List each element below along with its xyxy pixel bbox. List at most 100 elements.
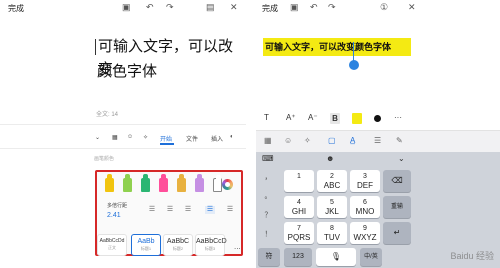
numbers-key[interactable]: 123 — [284, 248, 312, 266]
digit-key[interactable]: 6 MNO — [350, 196, 380, 218]
list-icon[interactable]: ☰ — [374, 136, 381, 145]
format-toolbar: T A⁺ A⁻ B ··· — [256, 112, 500, 126]
key-digit: 9 — [363, 225, 367, 232]
undo-icon[interactable]: ↶ — [310, 2, 318, 13]
punctuation-key[interactable]: ， — [258, 172, 278, 182]
text-format-icon[interactable]: A̲ — [350, 136, 355, 145]
key-digit: 7 — [297, 225, 301, 232]
save-icon[interactable]: ▣ — [290, 2, 299, 13]
selection-handle[interactable] — [349, 60, 359, 70]
close-icon[interactable]: ✕ — [230, 2, 238, 13]
text-style-button[interactable]: T — [264, 113, 269, 122]
key-digit: 8 — [330, 225, 334, 232]
font-increase-button[interactable]: A⁺ — [286, 113, 296, 122]
reinput-key[interactable]: 重输 — [383, 196, 411, 218]
pen-color-swatch[interactable] — [177, 174, 186, 192]
key-digit: 4 — [297, 199, 301, 206]
close-icon[interactable]: ✕ — [408, 2, 416, 13]
align-justify-icon[interactable]: ☰ — [205, 206, 215, 214]
key-digit: 6 — [363, 199, 367, 206]
digit-key[interactable]: 8 TUV — [317, 222, 347, 244]
save-icon[interactable]: ▣ — [122, 2, 131, 13]
document-line-2[interactable]: 颜色字体 — [97, 60, 157, 83]
key-letters: DEF — [357, 181, 373, 190]
font-color-button[interactable] — [374, 115, 381, 122]
more-tabs-icon[interactable]: ◐ — [230, 134, 234, 140]
style-sample: AaBb — [137, 238, 155, 245]
style-card[interactable]: AaBbCcDd 正文 — [97, 234, 127, 256]
digit-key[interactable]: 1 — [284, 170, 314, 192]
pen-color-swatch[interactable] — [195, 174, 204, 192]
align-center-icon[interactable]: ☰ — [165, 206, 175, 214]
symbol-key[interactable]: 符 — [258, 248, 280, 266]
tab-file[interactable]: 文件 — [186, 134, 198, 143]
page-icon[interactable]: ▤ — [206, 2, 215, 13]
enter-key[interactable]: ↵ — [383, 222, 411, 244]
tab-start[interactable]: 开始 — [160, 134, 172, 143]
align-right-icon[interactable]: ☰ — [183, 206, 193, 214]
punctuation-key[interactable]: ！ — [258, 229, 278, 239]
key-letters: MNO — [355, 207, 375, 216]
done-button[interactable]: 完成 — [262, 3, 278, 14]
redo-icon[interactable]: ↷ — [166, 2, 174, 13]
style-name: 标题2 — [172, 246, 184, 251]
toolbox-icon[interactable]: ▦ — [264, 136, 272, 145]
more-styles-button[interactable]: ... — [234, 242, 241, 251]
align-distributed-icon[interactable]: ☰ — [225, 206, 235, 214]
digit-key[interactable]: 9 WXYZ — [350, 222, 380, 244]
pen-color-swatch[interactable] — [123, 174, 132, 192]
digit-key[interactable]: 2 ABC — [317, 170, 347, 192]
undo-icon[interactable]: ↶ — [146, 2, 154, 13]
style-card[interactable]: AaBb 标题1 — [131, 234, 161, 256]
toolbox-icon[interactable]: ▦ — [112, 134, 118, 141]
collapse-icon[interactable]: ⌄ — [95, 134, 100, 141]
sticker-icon[interactable]: ☺ — [284, 136, 292, 145]
punctuation-key[interactable]: ？ — [258, 210, 278, 220]
sticker-icon[interactable]: ☺ — [127, 134, 133, 140]
right-screenshot: 完成 ▣ ↶ ↷ ① ✕ 可输入文字，可以改变颜色字体 T A⁺ A⁻ B ··… — [256, 0, 500, 268]
active-tab-indicator — [160, 143, 174, 145]
key-digit: 3 — [363, 173, 367, 180]
font-decrease-button[interactable]: A⁻ — [308, 113, 318, 122]
key-letters: ABC — [323, 181, 341, 190]
style-name: 标题3 — [204, 246, 216, 251]
key-letters: GHI — [291, 207, 307, 216]
space-key[interactable]: 🎙 — [316, 248, 356, 266]
backspace-key[interactable]: ⌫ — [383, 170, 411, 192]
highlight-color-button[interactable] — [352, 113, 362, 124]
page-icon[interactable]: ① — [380, 2, 388, 13]
digit-key[interactable]: 5 JKL — [317, 196, 347, 218]
pen-color-swatch[interactable] — [159, 174, 168, 192]
line-spacing-value: 2.41 — [107, 212, 121, 219]
line-spacing-label: 多倍行距 — [107, 203, 128, 209]
more-format-button[interactable]: ··· — [394, 113, 402, 122]
bulb-icon[interactable]: ✧ — [143, 134, 148, 141]
bold-button[interactable]: B — [330, 113, 340, 124]
keyboard-switch-icon[interactable]: ⌨ — [262, 154, 274, 163]
edit-icon[interactable]: ✎ — [396, 136, 403, 145]
digit-key[interactable]: 4 GHI — [284, 196, 314, 218]
highlighted-text[interactable]: 可输入文字，可以改变颜色字体 — [265, 40, 391, 54]
tab-insert[interactable]: 插入 — [211, 134, 223, 143]
redo-icon[interactable]: ↷ — [328, 2, 336, 13]
keyboard-hide-button[interactable]: ⌄ — [398, 154, 405, 163]
punctuation-key[interactable]: 。 — [258, 191, 278, 201]
keyboard-toolbar: ▦ ☺ ✧ ▢ A̲ ☰ ✎ — [256, 130, 500, 152]
align-left-icon[interactable]: ☰ — [147, 206, 157, 214]
language-key[interactable]: 中/英 — [360, 248, 382, 266]
pen-color-swatch[interactable] — [213, 175, 222, 192]
color-wheel-icon[interactable] — [222, 179, 233, 190]
digit-key[interactable]: 7 PQRS — [284, 222, 314, 244]
done-button[interactable]: 完成 — [8, 3, 24, 14]
digit-key[interactable]: 3 DEF — [350, 170, 380, 192]
pen-color-swatch[interactable] — [141, 174, 150, 192]
style-name: 标题1 — [140, 246, 152, 251]
text-cursor — [95, 39, 96, 55]
bulb-icon[interactable]: ✧ — [304, 136, 311, 145]
style-card[interactable]: AaBbC 标题2 — [163, 234, 193, 256]
insert-image-icon[interactable]: ▢ — [328, 136, 336, 145]
style-card[interactable]: AaBbCcD 标题3 — [195, 234, 227, 256]
pen-color-swatch[interactable] — [105, 174, 114, 192]
divider — [0, 148, 246, 149]
emoji-icon[interactable]: ☻ — [326, 154, 334, 163]
